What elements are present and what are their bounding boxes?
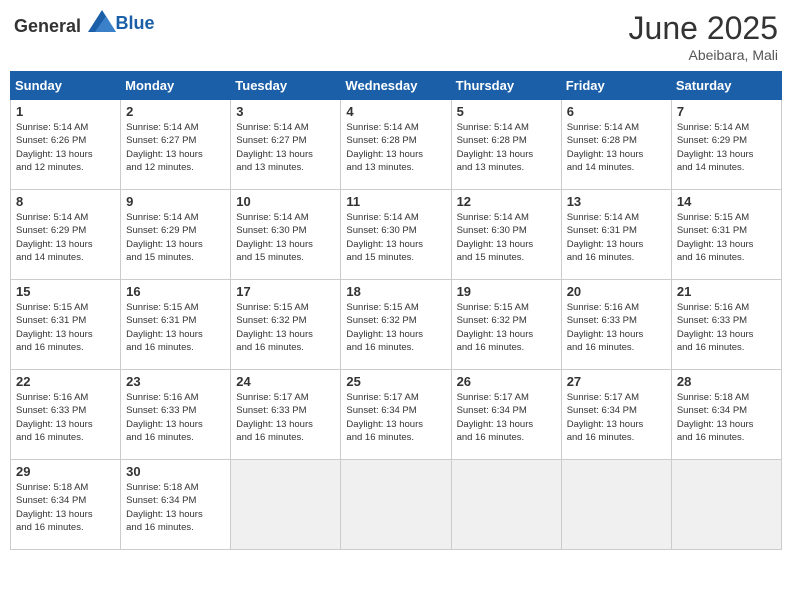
day-17: 17 Sunrise: 5:15 AMSunset: 6:32 PMDaylig…: [231, 280, 341, 370]
month-title: June 2025: [629, 10, 778, 47]
day-9: 9 Sunrise: 5:14 AMSunset: 6:29 PMDayligh…: [121, 190, 231, 280]
day-empty-2: [341, 460, 451, 550]
day-23: 23 Sunrise: 5:16 AMSunset: 6:33 PMDaylig…: [121, 370, 231, 460]
day-18: 18 Sunrise: 5:15 AMSunset: 6:32 PMDaylig…: [341, 280, 451, 370]
week-row-3: 15 Sunrise: 5:15 AMSunset: 6:31 PMDaylig…: [11, 280, 782, 370]
day-19: 19 Sunrise: 5:15 AMSunset: 6:32 PMDaylig…: [451, 280, 561, 370]
day-2: 2 Sunrise: 5:14 AMSunset: 6:27 PMDayligh…: [121, 100, 231, 190]
day-5: 5 Sunrise: 5:14 AMSunset: 6:28 PMDayligh…: [451, 100, 561, 190]
day-11: 11 Sunrise: 5:14 AMSunset: 6:30 PMDaylig…: [341, 190, 451, 280]
day-empty-3: [451, 460, 561, 550]
col-saturday: Saturday: [671, 72, 781, 100]
logo-blue: Blue: [116, 13, 155, 33]
col-wednesday: Wednesday: [341, 72, 451, 100]
title-block: June 2025 Abeibara, Mali: [629, 10, 778, 63]
day-1: 1 Sunrise: 5:14 AMSunset: 6:26 PMDayligh…: [11, 100, 121, 190]
day-3: 3 Sunrise: 5:14 AMSunset: 6:27 PMDayligh…: [231, 100, 341, 190]
col-friday: Friday: [561, 72, 671, 100]
day-25: 25 Sunrise: 5:17 AMSunset: 6:34 PMDaylig…: [341, 370, 451, 460]
logo-general: General: [14, 16, 81, 36]
week-row-4: 22 Sunrise: 5:16 AMSunset: 6:33 PMDaylig…: [11, 370, 782, 460]
day-26: 26 Sunrise: 5:17 AMSunset: 6:34 PMDaylig…: [451, 370, 561, 460]
day-29: 29 Sunrise: 5:18 AMSunset: 6:34 PMDaylig…: [11, 460, 121, 550]
week-row-2: 8 Sunrise: 5:14 AMSunset: 6:29 PMDayligh…: [11, 190, 782, 280]
day-12: 12 Sunrise: 5:14 AMSunset: 6:30 PMDaylig…: [451, 190, 561, 280]
day-empty-1: [231, 460, 341, 550]
day-13: 13 Sunrise: 5:14 AMSunset: 6:31 PMDaylig…: [561, 190, 671, 280]
day-16: 16 Sunrise: 5:15 AMSunset: 6:31 PMDaylig…: [121, 280, 231, 370]
col-thursday: Thursday: [451, 72, 561, 100]
day-empty-4: [561, 460, 671, 550]
day-30: 30 Sunrise: 5:18 AMSunset: 6:34 PMDaylig…: [121, 460, 231, 550]
logo: General Blue: [14, 10, 155, 37]
day-20: 20 Sunrise: 5:16 AMSunset: 6:33 PMDaylig…: [561, 280, 671, 370]
col-sunday: Sunday: [11, 72, 121, 100]
day-7: 7 Sunrise: 5:14 AMSunset: 6:29 PMDayligh…: [671, 100, 781, 190]
day-15: 15 Sunrise: 5:15 AMSunset: 6:31 PMDaylig…: [11, 280, 121, 370]
week-row-1: 1 Sunrise: 5:14 AMSunset: 6:26 PMDayligh…: [11, 100, 782, 190]
col-monday: Monday: [121, 72, 231, 100]
day-4: 4 Sunrise: 5:14 AMSunset: 6:28 PMDayligh…: [341, 100, 451, 190]
day-14: 14 Sunrise: 5:15 AMSunset: 6:31 PMDaylig…: [671, 190, 781, 280]
col-tuesday: Tuesday: [231, 72, 341, 100]
day-27: 27 Sunrise: 5:17 AMSunset: 6:34 PMDaylig…: [561, 370, 671, 460]
day-6: 6 Sunrise: 5:14 AMSunset: 6:28 PMDayligh…: [561, 100, 671, 190]
day-10: 10 Sunrise: 5:14 AMSunset: 6:30 PMDaylig…: [231, 190, 341, 280]
day-21: 21 Sunrise: 5:16 AMSunset: 6:33 PMDaylig…: [671, 280, 781, 370]
logo-icon: [88, 10, 116, 32]
day-8: 8 Sunrise: 5:14 AMSunset: 6:29 PMDayligh…: [11, 190, 121, 280]
calendar-table: Sunday Monday Tuesday Wednesday Thursday…: [10, 71, 782, 550]
day-22: 22 Sunrise: 5:16 AMSunset: 6:33 PMDaylig…: [11, 370, 121, 460]
location: Abeibara, Mali: [629, 47, 778, 63]
week-row-5: 29 Sunrise: 5:18 AMSunset: 6:34 PMDaylig…: [11, 460, 782, 550]
page-header: General Blue June 2025 Abeibara, Mali: [10, 10, 782, 63]
day-24: 24 Sunrise: 5:17 AMSunset: 6:33 PMDaylig…: [231, 370, 341, 460]
day-empty-5: [671, 460, 781, 550]
day-28: 28 Sunrise: 5:18 AMSunset: 6:34 PMDaylig…: [671, 370, 781, 460]
